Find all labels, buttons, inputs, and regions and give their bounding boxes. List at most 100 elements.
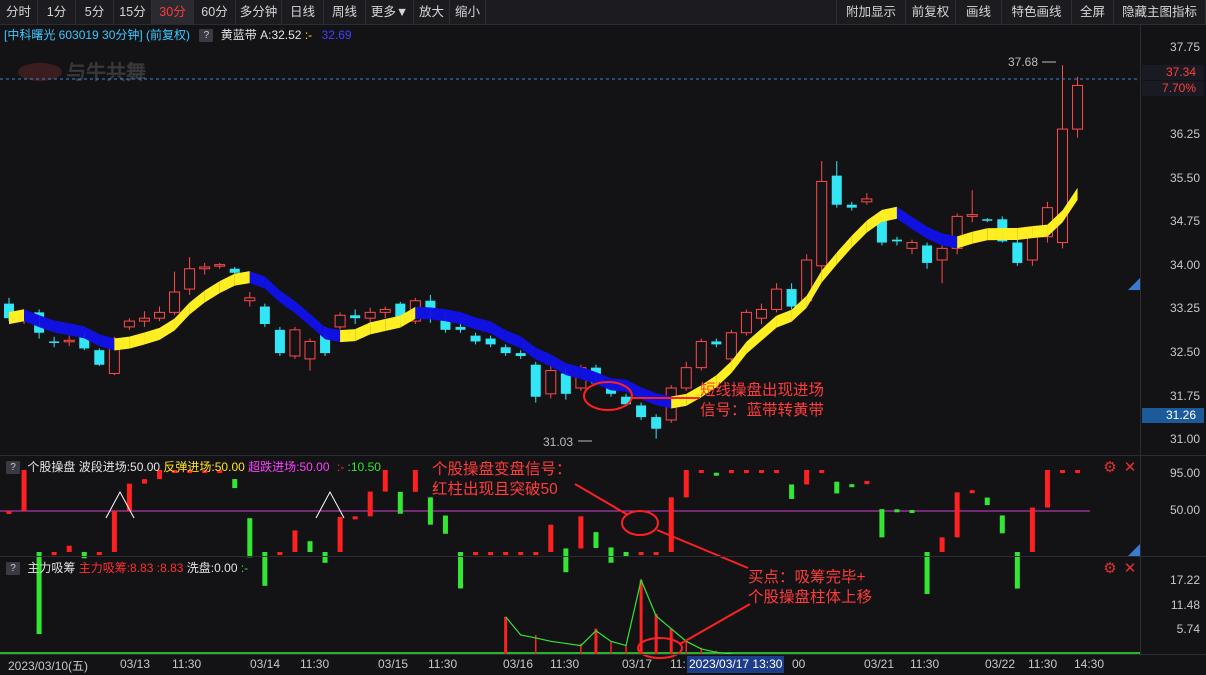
price-axis-label: 32.50 xyxy=(1169,345,1200,360)
osc-l3: 超跌进场:50.00 xyxy=(248,460,330,474)
osc-bar xyxy=(1075,470,1081,473)
time-axis-label: 11:30 xyxy=(910,657,940,671)
candle xyxy=(695,338,707,371)
band-segment xyxy=(475,317,491,334)
osc-bar xyxy=(1060,470,1065,473)
osc-bar xyxy=(894,509,900,513)
candle xyxy=(756,303,767,324)
band-segment xyxy=(24,309,40,328)
vol-axis-label: 11.48 xyxy=(1170,597,1200,612)
price-axis-label: 34.00 xyxy=(1169,257,1200,272)
time-axis-label: 11:30 xyxy=(172,657,202,671)
time-axis-label: 11:30 xyxy=(1028,657,1058,671)
candle xyxy=(138,311,150,327)
band-segment xyxy=(219,273,235,294)
price-axis-label: 31.75 xyxy=(1169,388,1200,403)
band-segment xyxy=(279,290,295,314)
vol-name: 主力吸筹 xyxy=(27,561,76,575)
annotation-entry: 短线操盘出现进场 信号：蓝带转黄带 xyxy=(700,381,824,421)
osc-bar xyxy=(969,490,975,494)
osc-bar xyxy=(503,552,509,555)
annotation-line: 买点：吸筹完毕+ xyxy=(748,569,866,586)
close-icon[interactable]: ✕ xyxy=(1122,460,1138,476)
time-axis-label: 11:30 xyxy=(300,657,330,671)
low-label: 31.03 xyxy=(543,435,573,449)
candle xyxy=(304,338,316,371)
candle xyxy=(771,283,783,313)
candle xyxy=(906,239,918,255)
vol-axis-label: 17.22 xyxy=(1169,573,1200,588)
current-pct-tag: 7.70% xyxy=(1142,81,1204,96)
candle xyxy=(545,364,557,399)
candle xyxy=(49,336,60,348)
osc-bar xyxy=(698,470,704,473)
osc-bar xyxy=(879,509,885,538)
divider xyxy=(0,24,1206,25)
osc-bar xyxy=(804,470,810,485)
osc-bar xyxy=(638,552,644,555)
band-segment xyxy=(144,327,160,345)
candle xyxy=(515,350,526,359)
band-segment xyxy=(535,347,551,367)
osc-bar xyxy=(849,484,855,488)
divider xyxy=(0,556,1206,557)
annotation-line: 个股操盘柱体上移 xyxy=(748,589,873,606)
osc-bar xyxy=(96,552,102,555)
band-segment xyxy=(69,323,85,339)
cursor-price-tag: 31.26 xyxy=(1142,408,1204,423)
price-axis-label: 33.25 xyxy=(1169,301,1200,316)
candle xyxy=(289,326,301,359)
vol-info-row: ? 主力吸筹 主力吸筹:8.83 :8.83 洗盘:0.00 :- xyxy=(0,559,248,577)
time-axis-label: 03/22 xyxy=(985,657,1016,671)
osc-bar xyxy=(458,552,463,589)
band-segment xyxy=(1017,226,1033,241)
help-icon[interactable]: ? xyxy=(6,461,20,475)
osc-bar xyxy=(262,552,268,586)
osc-bar xyxy=(292,530,298,552)
osc-bar xyxy=(322,552,328,563)
watermark-text: 与牛共舞 xyxy=(66,60,146,84)
highlight-circle xyxy=(637,637,683,659)
osc-bar xyxy=(442,515,448,534)
band-segment xyxy=(54,320,70,336)
annotation-line: 短线操盘出现进场 xyxy=(700,382,825,399)
candle xyxy=(891,236,902,246)
close-icon[interactable]: ✕ xyxy=(1122,561,1138,577)
band-segment xyxy=(896,206,912,229)
candle xyxy=(123,318,135,330)
band-segment xyxy=(249,271,265,289)
osc-bar xyxy=(578,516,584,549)
vol-axis-label: 5.74 xyxy=(1176,621,1200,636)
x-tail-label: 00 xyxy=(792,657,806,671)
annotation-line: 个股操盘变盘信号： xyxy=(432,461,572,478)
band-segment xyxy=(851,220,867,248)
osc-axis-label: 50.00 xyxy=(1169,503,1200,517)
gear-icon[interactable]: ⚙ xyxy=(1102,460,1118,476)
candle xyxy=(63,335,75,347)
vol-l1: 主力吸筹:8.83 xyxy=(78,561,154,575)
osc-bar xyxy=(668,497,674,552)
osc-bar xyxy=(473,552,479,555)
time-axis-label: 03/13 xyxy=(120,657,151,671)
help-icon[interactable]: ? xyxy=(6,562,20,576)
band-segment xyxy=(972,228,988,244)
price-axis-label: 34.75 xyxy=(1169,214,1200,229)
band-segment xyxy=(264,276,280,303)
osc-bar xyxy=(427,497,433,525)
osc-bar xyxy=(533,552,539,555)
osc-bar xyxy=(834,481,840,494)
time-axis-label: 03/16 xyxy=(503,657,534,671)
osc-bar xyxy=(277,552,283,555)
candle xyxy=(816,161,828,272)
osc-bar xyxy=(141,479,147,484)
osc-bar xyxy=(397,491,403,514)
osc-bar xyxy=(488,552,494,555)
time-axis-label: 03/14 xyxy=(250,657,281,671)
band-segment xyxy=(99,334,115,351)
annotation-buy: 买点：吸筹完毕+ 个股操盘柱体上移 xyxy=(748,568,872,608)
time-axis-label: 03/15 xyxy=(378,657,409,671)
gear-icon[interactable]: ⚙ xyxy=(1102,561,1118,577)
vol-l4: :- xyxy=(240,561,249,575)
osc-bar xyxy=(548,524,554,552)
candle xyxy=(274,326,285,356)
